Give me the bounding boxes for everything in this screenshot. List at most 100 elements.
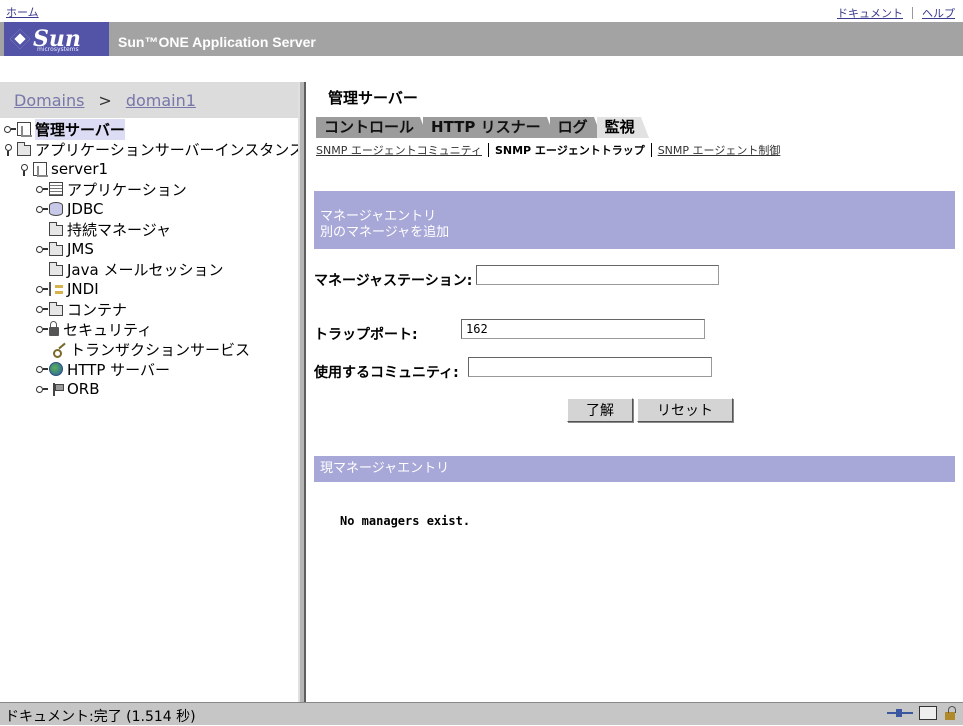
tree-item-persistence-manager[interactable]: 持続マネージャ [49, 219, 171, 239]
section-title: マネージャエントリ [320, 209, 437, 224]
tab-http-listener[interactable]: HTTP リスナー [423, 117, 555, 138]
product-name: Sun™ONE Application Server [118, 34, 316, 50]
tab-control[interactable]: コントロール [316, 117, 429, 138]
connection-icon[interactable] [887, 706, 913, 720]
key-icon [52, 342, 66, 358]
expand-toggle-icon[interactable] [36, 244, 48, 254]
expand-toggle-icon[interactable] [36, 384, 48, 394]
tree-icon [49, 282, 63, 296]
lock-icon [49, 321, 59, 336]
status-icons [887, 706, 957, 720]
expand-toggle-icon[interactable] [36, 304, 48, 314]
reset-button[interactable]: リセット [637, 398, 733, 422]
manager-station-label: マネージャステーション: [314, 273, 473, 289]
expand-toggle-icon[interactable] [36, 324, 48, 334]
breadcrumb-domains[interactable]: Domains [14, 91, 84, 110]
expand-toggle-icon[interactable] [36, 284, 48, 294]
subtab-snmp-trap: SNMP エージェントトラップ [494, 144, 645, 157]
globe-icon [49, 362, 63, 376]
tree-item-jms[interactable]: JMS [36, 239, 94, 259]
folder-icon [49, 241, 63, 256]
tree-item-admin-server[interactable]: 管理サーバー [4, 118, 125, 140]
section-subtitle: 別のマネージャを追加 [320, 225, 450, 240]
server-icon [17, 122, 32, 137]
tree-item-label[interactable]: アプリケーション [67, 179, 187, 200]
frame-splitter[interactable] [298, 82, 306, 702]
tree-item-label[interactable]: アプリケーションサーバーインスタンス [35, 139, 304, 160]
orb-icon [49, 382, 64, 396]
brand-subtext: microsystems [37, 46, 79, 53]
top-links: ドキュメント ヘルプ [837, 5, 955, 21]
subtab-bar: SNMP エージェントコミュニティ SNMP エージェントトラップ SNMP エ… [316, 142, 780, 158]
tree-item-label[interactable]: JMS [67, 240, 94, 258]
tree-item-orb[interactable]: ORB [36, 379, 100, 399]
security-lock-icon[interactable] [943, 706, 957, 720]
section-header-current-managers: 現マネージャエントリ [314, 456, 955, 482]
subtab-snmp-community[interactable]: SNMP エージェントコミュニティ [316, 142, 482, 158]
tree-item-server1[interactable]: server1 [20, 159, 108, 179]
expand-toggle-icon[interactable] [4, 124, 16, 134]
collapse-toggle-icon[interactable] [20, 164, 30, 176]
tree-item-label[interactable]: server1 [51, 160, 108, 178]
expand-toggle-icon[interactable] [36, 204, 48, 214]
tree-item-label[interactable]: トランザクションサービス [70, 339, 250, 360]
tree-item-label[interactable]: セキュリティ [63, 319, 152, 340]
section-header-add-manager: マネージャエントリ 別のマネージャを追加 [314, 191, 955, 249]
community-label: 使用するコミュニティ: [314, 365, 459, 381]
breadcrumb-domain1[interactable]: domain1 [126, 91, 196, 110]
tree-item-label[interactable]: HTTP サーバー [67, 359, 170, 380]
database-icon [49, 202, 63, 216]
tree-item-label[interactable]: 管理サーバー [35, 118, 125, 140]
tree-item-http-server[interactable]: HTTP サーバー [36, 359, 170, 379]
expand-toggle-icon[interactable] [36, 184, 48, 194]
subtab-divider [650, 143, 652, 157]
folder-icon [49, 301, 63, 316]
link-divider [912, 7, 913, 19]
tree-item-jdbc[interactable]: JDBC [36, 199, 103, 219]
tree-item-label[interactable]: ORB [67, 380, 100, 398]
tree-item-java-mail[interactable]: Java メールセッション [49, 259, 223, 279]
home-link[interactable]: ホーム [6, 4, 39, 20]
tree-item-applications[interactable]: アプリケーション [36, 179, 187, 199]
status-bar: ドキュメント:完了 (1.514 秒) [0, 702, 963, 725]
collapse-toggle-icon[interactable] [4, 144, 14, 156]
manager-station-input[interactable] [476, 265, 719, 285]
tree-item-transaction-service[interactable]: トランザクションサービス [52, 339, 250, 359]
tree-item-label[interactable]: JDBC [67, 200, 103, 218]
tree-item-security[interactable]: セキュリティ [36, 319, 152, 339]
tab-bar: コントロール HTTP リスナー ログ 監視 [316, 117, 649, 138]
tree-item-label[interactable]: 持続マネージャ [67, 219, 171, 240]
trap-port-label: トラップポート: [314, 327, 418, 343]
help-link[interactable]: ヘルプ [922, 5, 955, 21]
tree-item-jndi[interactable]: JNDI [36, 279, 99, 299]
folder-icon [49, 261, 63, 276]
tree-item-instances[interactable]: アプリケーションサーバーインスタンス [4, 139, 304, 159]
tree-item-label[interactable]: コンテナ [67, 299, 127, 320]
folder-icon [49, 221, 63, 236]
tab-monitoring[interactable]: 監視 [596, 117, 649, 138]
sun-logo: Sun microsystems [4, 22, 109, 56]
empty-state-text: No managers exist. [340, 514, 471, 528]
subtab-divider [487, 143, 489, 157]
trap-port-input[interactable] [461, 319, 705, 339]
documentation-link[interactable]: ドキュメント [837, 5, 903, 21]
list-icon [49, 182, 63, 196]
community-input[interactable] [468, 357, 712, 377]
expand-toggle-icon[interactable] [36, 364, 48, 374]
navigation-frame: Domains > domain1 管理サーバー アプリケーションサーバーインス… [0, 82, 304, 702]
breadcrumb-separator: > [98, 90, 112, 110]
tree-item-label[interactable]: Java メールセッション [67, 259, 223, 280]
tree-item-container[interactable]: コンテナ [36, 299, 127, 319]
status-text: ドキュメント:完了 (1.514 秒) [5, 709, 196, 725]
content-frame: 管理サーバー コントロール HTTP リスナー ログ 監視 SNMP エージェン… [306, 82, 963, 702]
tab-log[interactable]: ログ [549, 117, 602, 138]
ok-button[interactable]: 了解 [567, 398, 633, 422]
subtab-snmp-control[interactable]: SNMP エージェント制御 [658, 142, 781, 158]
component-icon[interactable] [919, 706, 937, 720]
sun-diamond-icon [10, 29, 30, 49]
page-title: 管理サーバー [328, 89, 418, 107]
tree-item-label[interactable]: JNDI [67, 280, 99, 298]
folder-icon [17, 141, 31, 156]
server-icon [33, 162, 48, 177]
breadcrumb: Domains > domain1 [0, 82, 298, 118]
